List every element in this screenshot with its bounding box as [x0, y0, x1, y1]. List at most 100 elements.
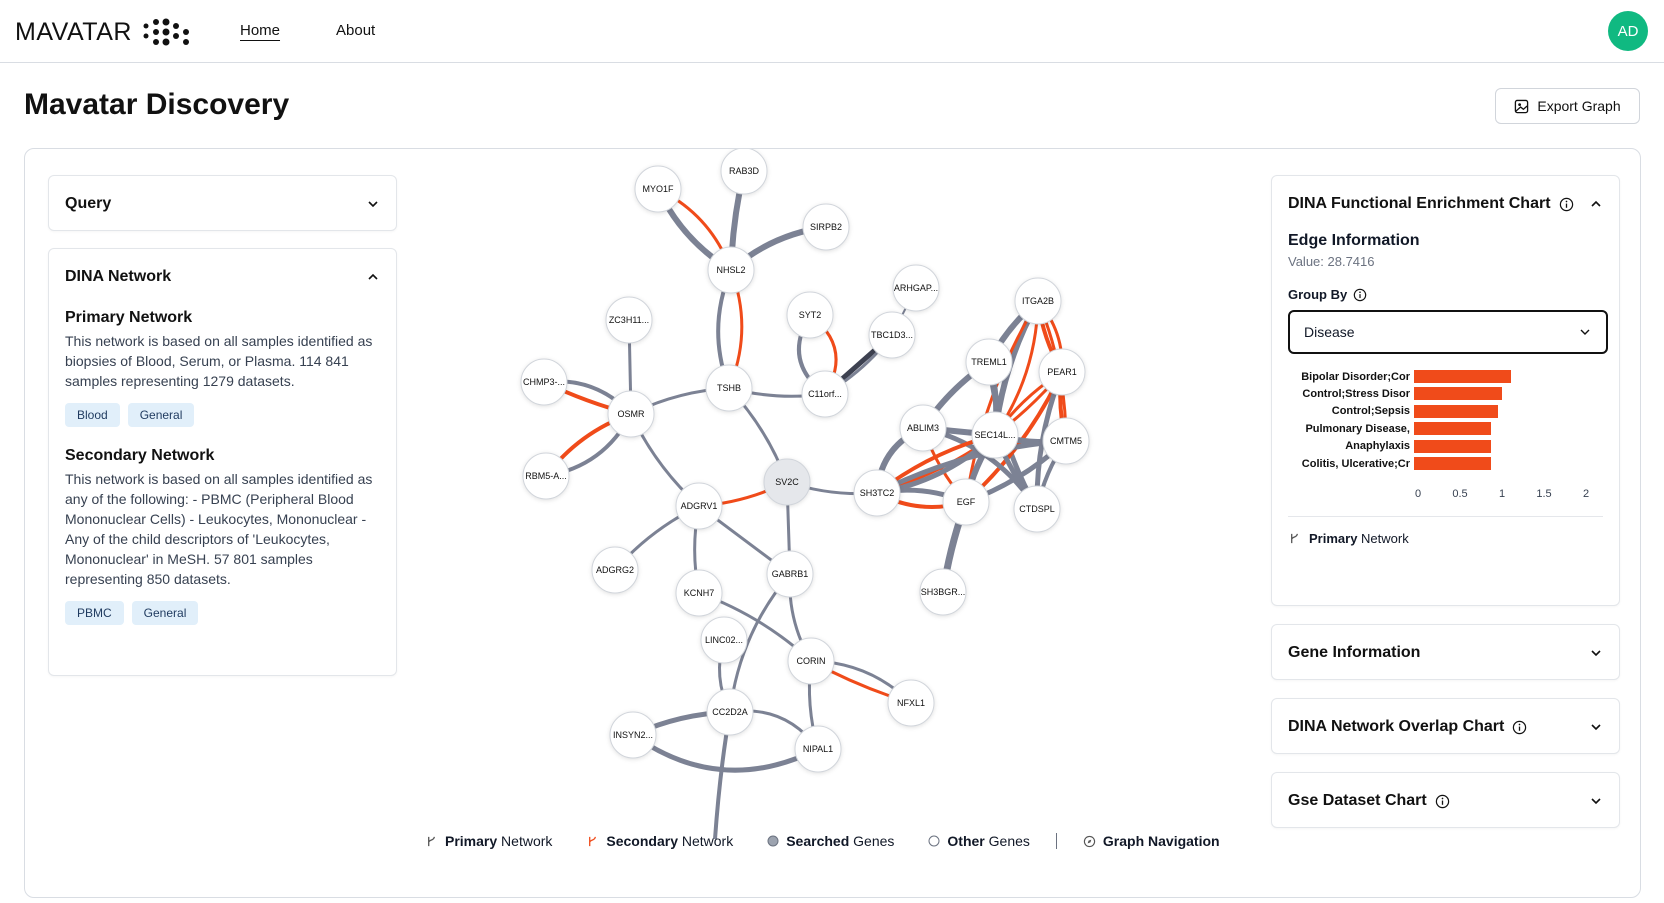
- gene-node[interactable]: NIPAL1: [794, 725, 842, 773]
- legend-other-rest: Genes: [984, 833, 1030, 849]
- bar-row[interactable]: Control;Sepsis: [1288, 403, 1498, 420]
- query-card[interactable]: Query: [48, 175, 397, 231]
- gene-node[interactable]: CHMP3-...: [520, 358, 568, 406]
- export-graph-button[interactable]: Export Graph: [1495, 88, 1640, 124]
- user-avatar[interactable]: AD: [1608, 11, 1648, 51]
- gene-node[interactable]: CC2D2A: [706, 688, 754, 736]
- gene-node[interactable]: SYT2: [786, 291, 834, 339]
- gse-dataset-card[interactable]: Gse Dataset Chart: [1271, 772, 1620, 828]
- info-icon[interactable]: [1512, 720, 1527, 735]
- legend-searched-bold: Searched: [786, 833, 850, 849]
- gene-node-label: CTDSPL: [1019, 504, 1055, 514]
- graph-navigation-button[interactable]: Graph Navigation: [1083, 833, 1220, 849]
- bar[interactable]: [1414, 387, 1503, 401]
- gene-node[interactable]: NHSL2: [707, 246, 755, 294]
- chevron-down-icon: [1591, 724, 1601, 731]
- gene-node[interactable]: CTDSPL: [1013, 485, 1061, 533]
- network-overlap-title-text: DINA Network Overlap Chart: [1288, 718, 1505, 735]
- gene-node-label: TREML1: [971, 357, 1007, 367]
- gene-node[interactable]: MYO1F: [634, 165, 682, 213]
- x-tick-label: 1: [1498, 488, 1506, 500]
- gene-node[interactable]: EGF: [942, 478, 990, 526]
- gene-node[interactable]: GABRB1: [766, 550, 814, 598]
- gene-information-header[interactable]: Gene Information: [1272, 625, 1619, 681]
- gene-node[interactable]: SH3BGR...: [919, 568, 967, 616]
- nav-home-link[interactable]: Home: [240, 22, 280, 39]
- gene-node[interactable]: ITGA2B: [1014, 277, 1062, 325]
- gene-node[interactable]: KCNH7: [675, 569, 723, 617]
- gene-node[interactable]: CMTM5: [1042, 417, 1090, 465]
- gene-node[interactable]: PEAR1: [1038, 348, 1086, 396]
- chevron-up-icon: [368, 273, 378, 280]
- gene-node[interactable]: ABLIM3: [899, 404, 947, 452]
- gene-node[interactable]: ADGRG2: [591, 546, 639, 594]
- legend-other-genes: Other Genes: [928, 833, 1030, 849]
- filled-circle-icon: [767, 835, 779, 847]
- x-tick-label: 1.5: [1536, 488, 1552, 500]
- bar[interactable]: [1414, 439, 1492, 453]
- gene-information-card[interactable]: Gene Information: [1271, 624, 1620, 680]
- discovery-panel: MYO1F RAB3D SIRPB2 NHSL2 ARHGAP... ITGA2B ZC3H…: [24, 148, 1641, 898]
- bar[interactable]: [1414, 422, 1492, 436]
- x-tick-label: 0: [1414, 488, 1422, 500]
- chevron-up-icon: [1591, 200, 1601, 207]
- bar[interactable]: [1414, 370, 1511, 383]
- bar-row[interactable]: Pulmonary Disease,: [1288, 420, 1492, 437]
- gene-node[interactable]: SH3TC2: [853, 469, 901, 517]
- gene-node[interactable]: INSYN2...: [609, 711, 657, 759]
- info-icon[interactable]: [1559, 197, 1574, 212]
- gene-node[interactable]: SEC14L...: [971, 411, 1019, 459]
- network-overlap-header[interactable]: DINA Network Overlap Chart: [1272, 699, 1619, 755]
- gene-node[interactable]: TSHB: [705, 364, 753, 412]
- chevron-down-icon: [368, 201, 378, 208]
- logo[interactable]: MAVATAR: [15, 16, 192, 48]
- gene-node[interactable]: LINC02...: [700, 616, 748, 664]
- dina-network-header[interactable]: DINA Network: [49, 249, 396, 305]
- gene-node[interactable]: ARHGAP...: [892, 264, 940, 312]
- gene-node[interactable]: RAB3D: [720, 149, 768, 195]
- gse-dataset-header[interactable]: Gse Dataset Chart: [1272, 773, 1619, 829]
- gene-node-label: CHMP3-...: [523, 377, 565, 387]
- gene-node[interactable]: ZC3H11...: [605, 296, 653, 344]
- gene-node[interactable]: SV2C: [763, 458, 811, 506]
- tag-pbmc: PBMC: [65, 601, 124, 625]
- gene-node[interactable]: SIRPB2: [802, 203, 850, 251]
- gene-node[interactable]: ADGRV1: [675, 482, 723, 530]
- nav-about-link[interactable]: About: [336, 22, 375, 39]
- gene-node-label: C11orf...: [808, 389, 842, 399]
- top-navbar: MAVATAR Home About AD: [0, 0, 1664, 63]
- info-icon[interactable]: [1435, 794, 1450, 809]
- logo-dots-icon: [143, 18, 189, 46]
- bar-row[interactable]: Anaphylaxis: [1288, 438, 1492, 455]
- secondary-network-description: This network is based on all samples ide…: [65, 471, 373, 587]
- bar-row[interactable]: Bipolar Disorder;Cor: [1288, 368, 1511, 385]
- gene-node-label: RBM5-A...: [525, 471, 567, 481]
- info-icon[interactable]: [1353, 288, 1367, 302]
- gene-node-label: TSHB: [717, 383, 741, 393]
- bar[interactable]: [1414, 457, 1492, 470]
- bar-row[interactable]: Colitis, Ulcerative;Cr: [1288, 455, 1492, 472]
- gene-node[interactable]: C11orf...: [801, 370, 849, 418]
- query-card-header[interactable]: Query: [49, 176, 396, 232]
- branch-icon: [1291, 533, 1298, 544]
- tag-general: General: [131, 601, 199, 625]
- gene-node[interactable]: RBM5-A...: [522, 452, 570, 500]
- gene-node[interactable]: TBC1D3...: [868, 311, 916, 359]
- gene-node[interactable]: NFXL1: [887, 679, 935, 727]
- gene-node[interactable]: TREML1: [965, 338, 1013, 386]
- gene-node[interactable]: CORIN: [787, 637, 835, 685]
- primary-network-description: This network is based on all samples ide…: [65, 333, 373, 389]
- bar[interactable]: [1414, 404, 1498, 418]
- group-by-select[interactable]: Disease: [1288, 310, 1608, 354]
- gene-node[interactable]: OSMR: [607, 390, 655, 438]
- gene-node-label: SEC14L...: [974, 430, 1015, 440]
- compass-icon: [1083, 835, 1096, 847]
- enrichment-chart-header[interactable]: DINA Functional Enrichment Chart: [1272, 176, 1619, 232]
- legend-searched-genes: Searched Genes: [767, 833, 894, 849]
- export-graph-label: Export Graph: [1537, 98, 1621, 114]
- network-overlap-card[interactable]: DINA Network Overlap Chart: [1271, 698, 1620, 754]
- group-by-label-text: Group By: [1288, 287, 1348, 302]
- bar-row[interactable]: Control;Stress Disor: [1288, 385, 1503, 402]
- enrichment-chart-title-text: DINA Functional Enrichment Chart: [1288, 195, 1551, 212]
- legend-searched-rest: Genes: [849, 833, 895, 849]
